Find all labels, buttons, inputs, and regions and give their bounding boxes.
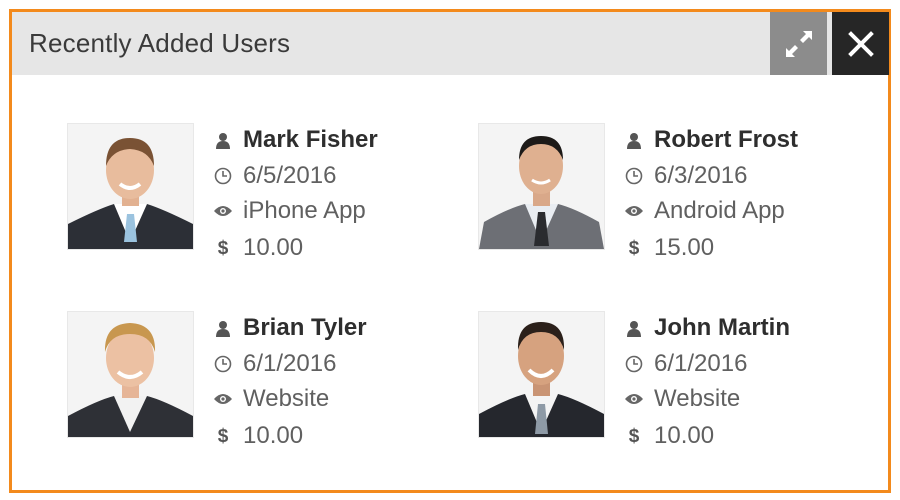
- user-amount: 15.00: [654, 234, 715, 261]
- user-date-row: 6/1/2016: [623, 349, 747, 379]
- dollar-icon: $: [217, 425, 229, 447]
- user-name-row: Robert Frost: [623, 125, 798, 155]
- user-source: Website: [654, 385, 741, 412]
- user-amount: 10.00: [243, 422, 304, 449]
- user-icon: [212, 129, 234, 151]
- user-amount: 10.00: [654, 422, 715, 449]
- user-name[interactable]: Brian Tyler: [243, 314, 367, 342]
- widget-title: Recently Added Users: [29, 28, 291, 58]
- user-source-row: Website: [623, 384, 740, 414]
- user-card[interactable]: Robert Frost 6/3/2016 Android App $ 15.0…: [478, 123, 858, 261]
- eye-icon: [212, 200, 234, 222]
- user-source: Android App: [654, 197, 785, 224]
- user-date: 6/5/2016: [243, 162, 337, 189]
- dollar-icon: $: [217, 237, 229, 259]
- close-button[interactable]: [832, 12, 889, 75]
- close-x-icon: [847, 30, 874, 57]
- user-date: 6/1/2016: [243, 350, 337, 377]
- user-date: 6/1/2016: [654, 350, 748, 377]
- user-amount-row: $ 10.00: [212, 233, 303, 263]
- user-name-row: Brian Tyler: [212, 313, 367, 343]
- user-name[interactable]: John Martin: [654, 314, 790, 342]
- user-name[interactable]: Robert Frost: [654, 126, 798, 154]
- user-date: 6/3/2016: [654, 162, 748, 189]
- user-amount-row: $ 10.00: [212, 421, 303, 451]
- user-date-row: 6/5/2016: [212, 161, 336, 191]
- user-card[interactable]: John Martin 6/1/2016 Website $ 10.00: [478, 311, 858, 449]
- user-avatar-photo: [478, 123, 605, 250]
- user-avatar-photo: [478, 311, 605, 438]
- recently-added-users-widget: Recently Added Users Mark Fisher 6/5/201…: [9, 9, 891, 493]
- user-source-row: iPhone App: [212, 196, 366, 226]
- user-name-row: John Martin: [623, 313, 790, 343]
- user-icon: [623, 129, 645, 151]
- dollar-icon: $: [628, 237, 640, 259]
- eye-icon: [623, 388, 645, 410]
- user-source: Website: [243, 385, 330, 412]
- clock-icon: [212, 165, 234, 187]
- user-source-row: Website: [212, 384, 329, 414]
- dollar-icon: $: [628, 425, 640, 447]
- user-date-row: 6/1/2016: [212, 349, 336, 379]
- expand-arrows-icon: [785, 30, 812, 57]
- user-icon: [212, 317, 234, 339]
- user-card[interactable]: Mark Fisher 6/5/2016 iPhone App $ 10.00: [67, 123, 447, 261]
- clock-icon: [212, 353, 234, 375]
- user-name[interactable]: Mark Fisher: [243, 126, 378, 154]
- user-name-row: Mark Fisher: [212, 125, 378, 155]
- user-avatar-photo: [67, 311, 194, 438]
- clock-icon: [623, 353, 645, 375]
- user-amount-row: $ 10.00: [623, 421, 714, 451]
- user-amount: 10.00: [243, 234, 304, 261]
- clock-icon: [623, 165, 645, 187]
- user-date-row: 6/3/2016: [623, 161, 747, 191]
- eye-icon: [623, 200, 645, 222]
- user-card[interactable]: Brian Tyler 6/1/2016 Website $ 10.00: [67, 311, 447, 449]
- user-source-row: Android App: [623, 196, 785, 226]
- user-avatar-photo: [67, 123, 194, 250]
- user-source: iPhone App: [243, 197, 366, 224]
- user-icon: [623, 317, 645, 339]
- user-amount-row: $ 15.00: [623, 233, 714, 263]
- expand-button[interactable]: [770, 12, 827, 75]
- widget-header: Recently Added Users: [12, 12, 889, 75]
- eye-icon: [212, 388, 234, 410]
